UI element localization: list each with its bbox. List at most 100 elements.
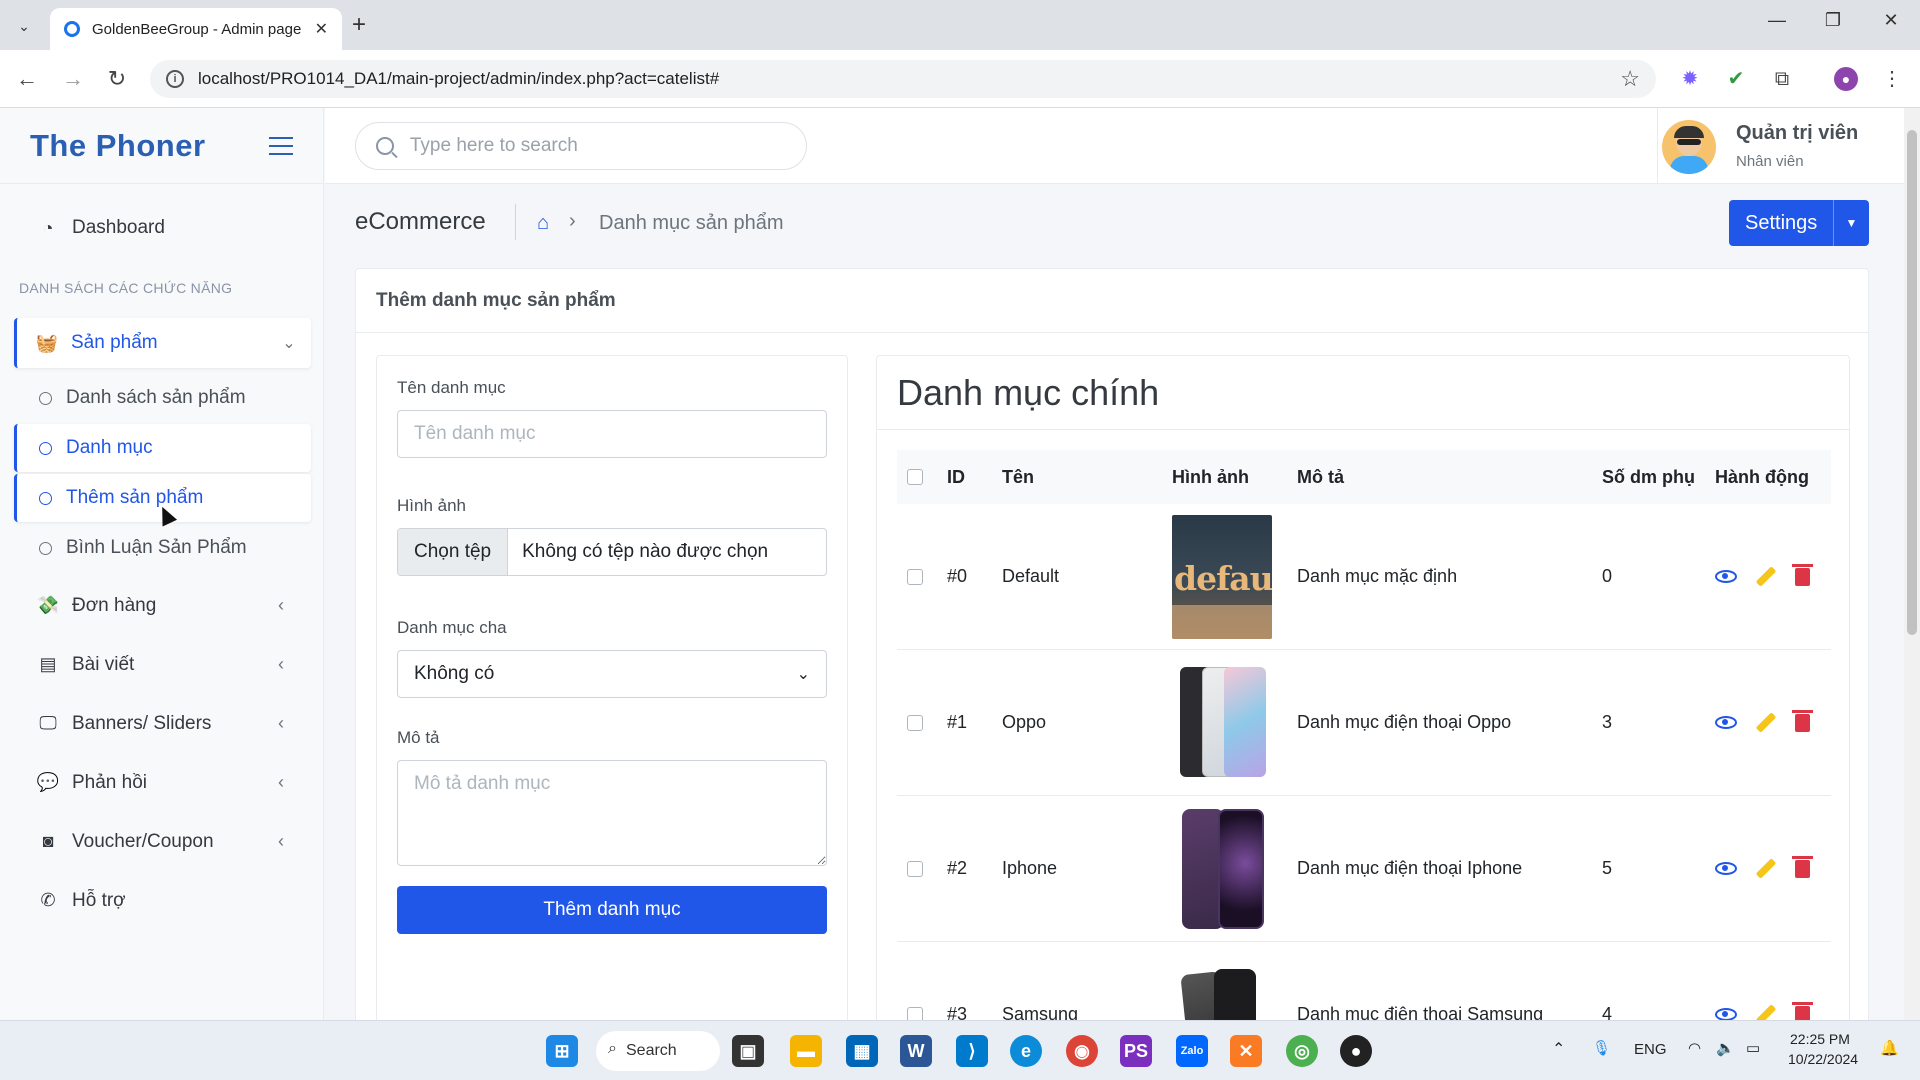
description-textarea[interactable] xyxy=(397,760,827,866)
sidebar-subitem-label: Thêm sản phẩm xyxy=(66,487,204,508)
row-checkbox[interactable] xyxy=(907,860,923,877)
notification-bell-icon[interactable]: 🔔 xyxy=(1880,1039,1899,1057)
store-icon[interactable]: ▦ xyxy=(846,1035,878,1067)
delete-icon[interactable] xyxy=(1792,709,1813,732)
row-name: Iphone xyxy=(1002,858,1058,878)
view-icon[interactable] xyxy=(1715,716,1737,729)
phpstorm-icon[interactable]: PS xyxy=(1120,1035,1152,1067)
row-checkbox[interactable] xyxy=(907,714,923,731)
file-explorer-icon[interactable]: ▬ xyxy=(790,1035,822,1067)
wifi-icon[interactable]: ◠ xyxy=(1688,1039,1701,1057)
avatar[interactable] xyxy=(1662,120,1716,174)
money-hand-icon: 💸 xyxy=(36,595,60,615)
restore-icon[interactable]: ❐ xyxy=(1818,10,1848,31)
sidebar-subitem-product-comments[interactable]: Bình Luận Sản Phẩm xyxy=(14,524,311,572)
sidebar-subitem-product-list[interactable]: Danh sách sản phẩm xyxy=(14,374,311,422)
address-bar[interactable]: i localhost/PRO1014_DA1/main-project/adm… xyxy=(150,60,1656,98)
tab-close-icon[interactable]: ✕ xyxy=(315,19,328,39)
sidebar-item-support[interactable]: ✆ Hỗ trợ xyxy=(0,871,323,930)
reload-icon[interactable]: ↻ xyxy=(102,64,132,94)
circle-icon xyxy=(39,541,52,555)
row-checkbox[interactable] xyxy=(907,568,923,585)
hamburger-menu-icon[interactable] xyxy=(269,136,293,155)
sidebar-item-dashboard[interactable]: ◔ Dashboard xyxy=(0,204,323,252)
xampp-icon[interactable]: ✕ xyxy=(1230,1035,1262,1067)
view-icon[interactable] xyxy=(1715,570,1737,583)
add-category-button[interactable]: Thêm danh mục xyxy=(397,886,827,934)
zalo-icon[interactable]: Zalo xyxy=(1176,1035,1208,1067)
category-name-input[interactable] xyxy=(397,410,827,458)
app-icon[interactable]: ◎ xyxy=(1286,1035,1318,1067)
header-subcategory-count: Số dm phụ xyxy=(1602,466,1695,487)
delete-icon[interactable] xyxy=(1792,855,1813,878)
browser-tab[interactable]: GoldenBeeGroup - Admin page ✕ xyxy=(50,8,342,50)
sidebar-subitem-label: Danh mục xyxy=(66,437,153,458)
category-thumbnail xyxy=(1172,806,1272,931)
bookmark-star-icon[interactable]: ☆ xyxy=(1620,66,1640,92)
language-indicator[interactable]: ENG xyxy=(1634,1041,1667,1058)
sidebar-item-products[interactable]: 🧺 Sản phẩm ⌄ xyxy=(14,318,311,368)
chevron-down-icon: ⌄ xyxy=(282,335,296,352)
clock-time[interactable]: 22:25 PM xyxy=(1790,1031,1850,1047)
sidebar-item-feedback[interactable]: 💬 Phản hồi ‹ xyxy=(0,753,323,812)
battery-icon[interactable]: ▭ xyxy=(1746,1039,1760,1057)
chevron-up-icon[interactable]: ⌃ xyxy=(1552,1039,1565,1059)
task-view-icon[interactable]: ▣ xyxy=(732,1035,764,1067)
tab-search-icon[interactable]: ⌄ xyxy=(10,12,38,40)
sidebar-item-banners[interactable]: 🖵 Banners/ Sliders ‹ xyxy=(0,694,323,753)
back-icon[interactable]: ← xyxy=(12,64,42,94)
extension-check-icon[interactable]: ✔ xyxy=(1724,67,1748,91)
taskbar-search[interactable]: ⌕ Search xyxy=(596,1031,720,1071)
settings-button[interactable]: Settings ▼ xyxy=(1729,200,1869,246)
extensions-puzzle-icon[interactable]: ⧉ xyxy=(1770,67,1794,91)
table-row: #0 Default default Danh mục mặc định 0 xyxy=(897,504,1831,650)
phone-icon: ✆ xyxy=(40,890,56,910)
delete-icon[interactable] xyxy=(1792,563,1813,586)
chrome-icon[interactable]: ◉ xyxy=(1066,1035,1098,1067)
user-name[interactable]: Quản trị viên xyxy=(1736,122,1858,145)
view-icon[interactable] xyxy=(1715,862,1737,875)
image-file-input[interactable]: Chọn tệp Không có tệp nào được chọn xyxy=(397,528,827,576)
word-icon[interactable]: W xyxy=(900,1035,932,1067)
chevron-left-icon: ‹ xyxy=(278,772,284,792)
sidebar-subitem-categories[interactable]: Danh mục xyxy=(14,424,311,472)
windows-start-icon[interactable]: ⊞ xyxy=(546,1035,578,1067)
new-tab-icon[interactable]: + xyxy=(352,12,366,38)
parent-category-select[interactable]: Không có ⌄ xyxy=(397,650,827,698)
choose-file-button[interactable]: Chọn tệp xyxy=(398,529,509,575)
add-category-form: Tên danh mục Hình ảnh Chọn tệp Không có … xyxy=(376,355,848,1055)
row-name: Oppo xyxy=(1002,712,1047,732)
tab-title: GoldenBeeGroup - Admin page xyxy=(92,20,302,38)
minimize-icon[interactable]: — xyxy=(1762,10,1792,31)
page-scrollbar[interactable] xyxy=(1904,108,1920,1020)
edge-icon[interactable]: e xyxy=(1010,1035,1042,1067)
vscode-icon[interactable]: ⟩ xyxy=(956,1035,988,1067)
github-icon[interactable]: ● xyxy=(1340,1035,1372,1067)
edit-icon[interactable] xyxy=(1755,566,1777,587)
sidebar-item-posts[interactable]: ▤ Bài viết ‹ xyxy=(0,635,323,694)
url-text: localhost/PRO1014_DA1/main-project/admin… xyxy=(198,69,720,88)
sidebar-item-orders[interactable]: 💸 Đơn hàng ‹ xyxy=(0,576,323,635)
home-icon[interactable]: ⌂ xyxy=(537,212,549,235)
profile-icon[interactable]: ● xyxy=(1834,67,1858,91)
extension-gear-icon[interactable]: ✹ xyxy=(1678,67,1702,91)
edit-icon[interactable] xyxy=(1755,858,1777,879)
clock-date[interactable]: 10/22/2024 xyxy=(1788,1051,1858,1067)
search-input[interactable] xyxy=(409,135,786,157)
site-info-icon[interactable]: i xyxy=(166,70,184,88)
sidebar-item-label: Banners/ Sliders xyxy=(72,712,212,734)
edit-icon[interactable] xyxy=(1755,712,1777,733)
close-window-icon[interactable]: ✕ xyxy=(1876,10,1906,31)
sidebar-subitem-label: Bình Luận Sản Phẩm xyxy=(66,537,247,558)
sidebar-item-vouchers[interactable]: ◙ Voucher/Coupon ‹ xyxy=(0,812,323,871)
forward-icon[interactable]: → xyxy=(58,64,88,94)
select-all-checkbox[interactable] xyxy=(907,469,923,485)
brand-logo[interactable]: The Phoner xyxy=(30,128,269,164)
scrollbar-thumb[interactable] xyxy=(1907,130,1917,635)
main-content: eCommerce ⌂ › Danh mục sản phẩm Settings… xyxy=(325,184,1904,1055)
browser-menu-icon[interactable]: ⋮ xyxy=(1880,67,1904,91)
category-card: Thêm danh mục sản phẩm Tên danh mục Hình… xyxy=(355,268,1869,1055)
speaker-icon[interactable]: 🔈 xyxy=(1716,1039,1735,1057)
microphone-icon[interactable]: 🎙 xyxy=(1592,1039,1611,1057)
caret-down-icon[interactable]: ▼ xyxy=(1833,200,1869,246)
